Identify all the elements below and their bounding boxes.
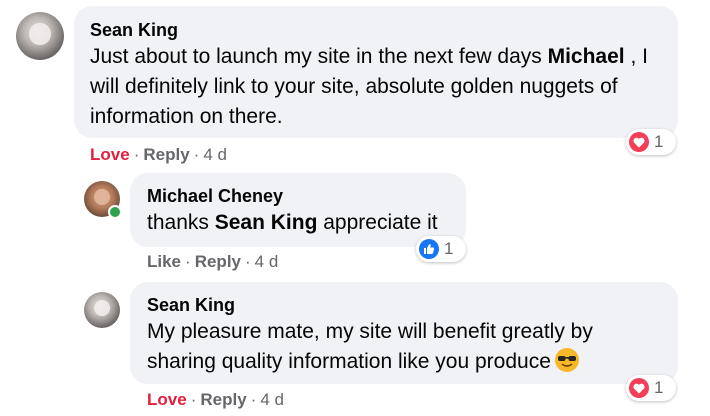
timestamp[interactable]: 4 d [255, 252, 279, 271]
love-button[interactable]: Love [147, 390, 187, 409]
online-status-indicator [108, 205, 122, 219]
comment-actions: Love · Reply · 4 d [90, 145, 227, 165]
comment-text-before: thanks [147, 211, 215, 234]
heart-icon [629, 132, 649, 152]
separator: · [133, 145, 140, 164]
comment-sean-king-1: Sean King Just about to launch my site i… [0, 0, 710, 170]
timestamp[interactable]: 4 d [260, 390, 284, 409]
reaction-count[interactable]: 1 [626, 375, 676, 401]
comment-author[interactable]: Michael Cheney [147, 186, 283, 207]
reaction-count[interactable]: 1 [416, 236, 466, 262]
avatar[interactable] [84, 292, 120, 328]
separator: · [245, 252, 251, 271]
comment-actions: Love · Reply · 4 d [147, 390, 284, 410]
comment-text-before: Just about to launch my site in the next… [90, 45, 548, 68]
comment-author[interactable]: Sean King [90, 20, 178, 41]
reply-button[interactable]: Reply [195, 252, 241, 271]
thumbs-up-icon [419, 239, 439, 259]
comment-actions: Like · Reply · 4 d [147, 252, 278, 272]
mention-link[interactable]: Michael [548, 45, 625, 68]
comment-text: My pleasure mate, my site will benefit g… [147, 317, 637, 377]
comment-michael-cheney: Michael Cheney thanks Sean King apprecia… [0, 170, 710, 280]
sunglasses-emoji-icon [554, 348, 579, 372]
reply-button[interactable]: Reply [200, 390, 246, 409]
comment-sean-king-2: Sean King My pleasure mate, my site will… [0, 280, 710, 416]
reaction-count[interactable]: 1 [626, 129, 676, 155]
comment-text-body: My pleasure mate, my site will benefit g… [147, 320, 593, 373]
separator: · [190, 390, 197, 409]
comment-author[interactable]: Sean King [147, 295, 235, 316]
avatar[interactable] [16, 12, 64, 60]
separator: · [250, 390, 257, 409]
reply-button[interactable]: Reply [143, 145, 189, 164]
reaction-count-number: 1 [444, 239, 454, 258]
comment-text: thanks Sean King appreciate it [147, 208, 457, 238]
like-button[interactable]: Like [147, 252, 181, 271]
separator: · [193, 145, 200, 164]
comment-text: Just about to launch my site in the next… [90, 42, 670, 132]
timestamp[interactable]: 4 d [203, 145, 227, 164]
comment-text-after: appreciate it [317, 211, 438, 234]
heart-icon [629, 378, 649, 398]
separator: · [185, 252, 191, 271]
love-button[interactable]: Love [90, 145, 130, 164]
reaction-count-number: 1 [654, 132, 664, 151]
reaction-count-number: 1 [654, 378, 664, 397]
mention-link[interactable]: Sean King [215, 211, 318, 234]
